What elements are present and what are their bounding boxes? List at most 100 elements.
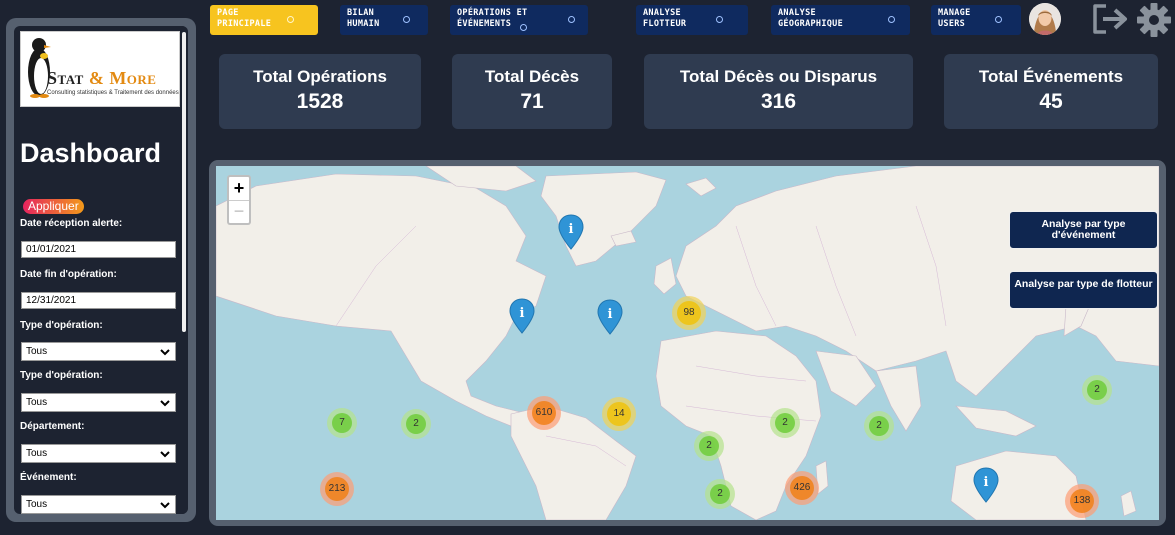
dashboard-title: Dashboard xyxy=(20,138,162,168)
cluster-count: 2 xyxy=(1094,384,1100,395)
kpi-label: Total Opérations xyxy=(253,67,387,86)
gear-icon[interactable] xyxy=(1136,2,1172,38)
marker-cluster[interactable]: 610 xyxy=(527,396,561,430)
cluster-count: 426 xyxy=(793,482,811,493)
cluster-count: 213 xyxy=(328,483,346,494)
marker-cluster[interactable]: 7 xyxy=(327,408,357,438)
map-frame: + − i i i i 98 7 2 610 14 2 2 2 2 213 2 … xyxy=(209,160,1166,526)
nav-label-line1: ANALYSE xyxy=(778,8,816,18)
nav-label-line2: ÉVÉNEMENTS xyxy=(457,19,512,29)
end-date-input[interactable]: 12/31/2021 xyxy=(21,292,176,309)
cluster-count: 610 xyxy=(535,407,553,418)
select-value: Tous xyxy=(26,448,48,459)
marker-cluster[interactable]: 2 xyxy=(770,408,800,438)
kpi-label: Total Décès xyxy=(484,67,580,86)
avatar-icon xyxy=(1029,3,1061,35)
svg-text:i: i xyxy=(984,475,989,490)
info-marker-icon[interactable]: i xyxy=(509,298,535,334)
kpi-value: 1528 xyxy=(296,90,344,113)
marker-cluster[interactable]: 138 xyxy=(1065,484,1099,518)
nav-indicator-icon xyxy=(568,16,575,23)
scrollbar-thumb[interactable] xyxy=(182,32,186,332)
info-marker-icon[interactable]: i xyxy=(973,467,999,503)
svg-text:i: i xyxy=(569,222,574,237)
nav-label-line2: GÉOGRAPHIQUE xyxy=(778,19,844,29)
zoom-control: + − xyxy=(227,175,251,225)
app-root: Stat & More Consulting statistiques & Tr… xyxy=(0,0,1175,535)
event-select[interactable]: Tous xyxy=(21,495,176,514)
marker-cluster[interactable]: 2 xyxy=(401,409,431,439)
cluster-count: 2 xyxy=(782,417,788,428)
cluster-count: 138 xyxy=(1073,495,1091,506)
marker-cluster[interactable]: 98 xyxy=(672,296,706,330)
apply-button[interactable]: Appliquer xyxy=(23,199,84,214)
kpi-total-operations: Total Opérations 1528 xyxy=(219,54,421,129)
kpi-label: Total Décès ou Disparus xyxy=(679,67,878,86)
nav-label-line1: PAGE xyxy=(217,8,239,18)
alert-date-input[interactable]: 01/01/2021 xyxy=(21,241,176,258)
filter-label-department: Département: xyxy=(20,421,85,432)
sidebar: Stat & More Consulting statistiques & Tr… xyxy=(6,18,196,522)
nav-label-line1: OPÉRATIONS ET xyxy=(457,8,528,18)
select-value: Tous xyxy=(26,397,48,408)
chevron-down-icon xyxy=(160,451,170,458)
nav-analyse-flotteur[interactable]: ANALYSE FLOTTEUR xyxy=(636,5,748,35)
marker-cluster[interactable]: 2 xyxy=(694,431,724,461)
info-marker-icon[interactable]: i xyxy=(558,214,584,250)
marker-cluster[interactable]: 14 xyxy=(602,397,636,431)
zoom-out-button[interactable]: − xyxy=(229,201,249,223)
company-logo: Stat & More Consulting statistiques & Tr… xyxy=(20,31,180,107)
marker-cluster[interactable]: 2 xyxy=(864,411,894,441)
nav-operations-evenements[interactable]: OPÉRATIONS ET ÉVÉNEMENTS xyxy=(450,5,588,35)
marker-cluster[interactable]: 213 xyxy=(320,472,354,506)
nav-manage-users[interactable]: MANAGE USERS xyxy=(931,5,1021,35)
nav-indicator-icon xyxy=(287,16,294,23)
cluster-count: 98 xyxy=(683,307,695,318)
marker-cluster[interactable]: 2 xyxy=(1082,375,1112,405)
kpi-value: 71 xyxy=(520,90,544,113)
marker-cluster[interactable]: 426 xyxy=(785,471,819,505)
cluster-count: 7 xyxy=(339,417,345,428)
cluster-count: 2 xyxy=(876,420,882,431)
kpi-total-deces-disparus: Total Décès ou Disparus 316 xyxy=(644,54,913,129)
nav-label-line2: HUMAIN xyxy=(347,19,380,29)
zoom-in-button[interactable]: + xyxy=(229,177,249,201)
svg-text:i: i xyxy=(608,307,613,322)
operation-type-select-2[interactable]: Tous xyxy=(21,393,176,412)
sidebar-scrollbar[interactable] xyxy=(180,26,188,514)
user-avatar[interactable] xyxy=(1029,3,1061,35)
analysis-by-event-type-button[interactable]: Analyse par type d'événement xyxy=(1009,211,1158,249)
logout-icon[interactable] xyxy=(1090,2,1130,36)
nav-page-principale[interactable]: PAGE PRINCIPALE xyxy=(210,5,318,35)
department-select[interactable]: Tous xyxy=(21,444,176,463)
filter-label-alert-date: Date réception alerte: xyxy=(20,218,123,229)
logo-tagline: Consulting statistiques & Traitement des… xyxy=(47,90,179,96)
cluster-count: 2 xyxy=(717,488,723,499)
kpi-total-evenements: Total Événements 45 xyxy=(944,54,1158,129)
select-value: Tous xyxy=(26,499,48,510)
chevron-down-icon xyxy=(160,349,170,356)
operation-type-select[interactable]: Tous xyxy=(21,342,176,361)
nav-analyse-geographique[interactable]: ANALYSE GÉOGRAPHIQUE xyxy=(771,5,910,35)
logo-wordmark: Stat & More xyxy=(47,68,157,88)
nav-indicator-icon xyxy=(995,16,1002,23)
analysis-by-float-type-button[interactable]: Analyse par type de flotteur xyxy=(1009,271,1158,309)
nav-label-line2: USERS xyxy=(938,19,966,29)
filter-label-end-date: Date fin d'opération: xyxy=(20,269,117,280)
nav-label-line1: BILAN xyxy=(347,8,375,18)
filter-label-operation-type-2: Type d'opération: xyxy=(20,370,103,381)
chevron-down-icon xyxy=(160,400,170,407)
nav-label-line1: ANALYSE xyxy=(643,8,681,18)
cluster-count: 14 xyxy=(613,408,625,419)
marker-cluster[interactable]: 2 xyxy=(705,479,735,509)
kpi-value: 316 xyxy=(760,90,797,113)
info-marker-icon[interactable]: i xyxy=(597,299,623,335)
nav-indicator-icon xyxy=(888,16,895,23)
cluster-count: 2 xyxy=(706,440,712,451)
filter-label-event: Événement: xyxy=(20,472,77,483)
nav-indicator-icon xyxy=(716,16,723,23)
world-map[interactable]: + − i i i i 98 7 2 610 14 2 2 2 2 213 2 … xyxy=(216,166,1159,520)
kpi-total-deces: Total Décès 71 xyxy=(452,54,612,129)
nav-bilan-humain[interactable]: BILAN HUMAIN xyxy=(340,5,428,35)
sidebar-panel: Stat & More Consulting statistiques & Tr… xyxy=(14,26,188,514)
